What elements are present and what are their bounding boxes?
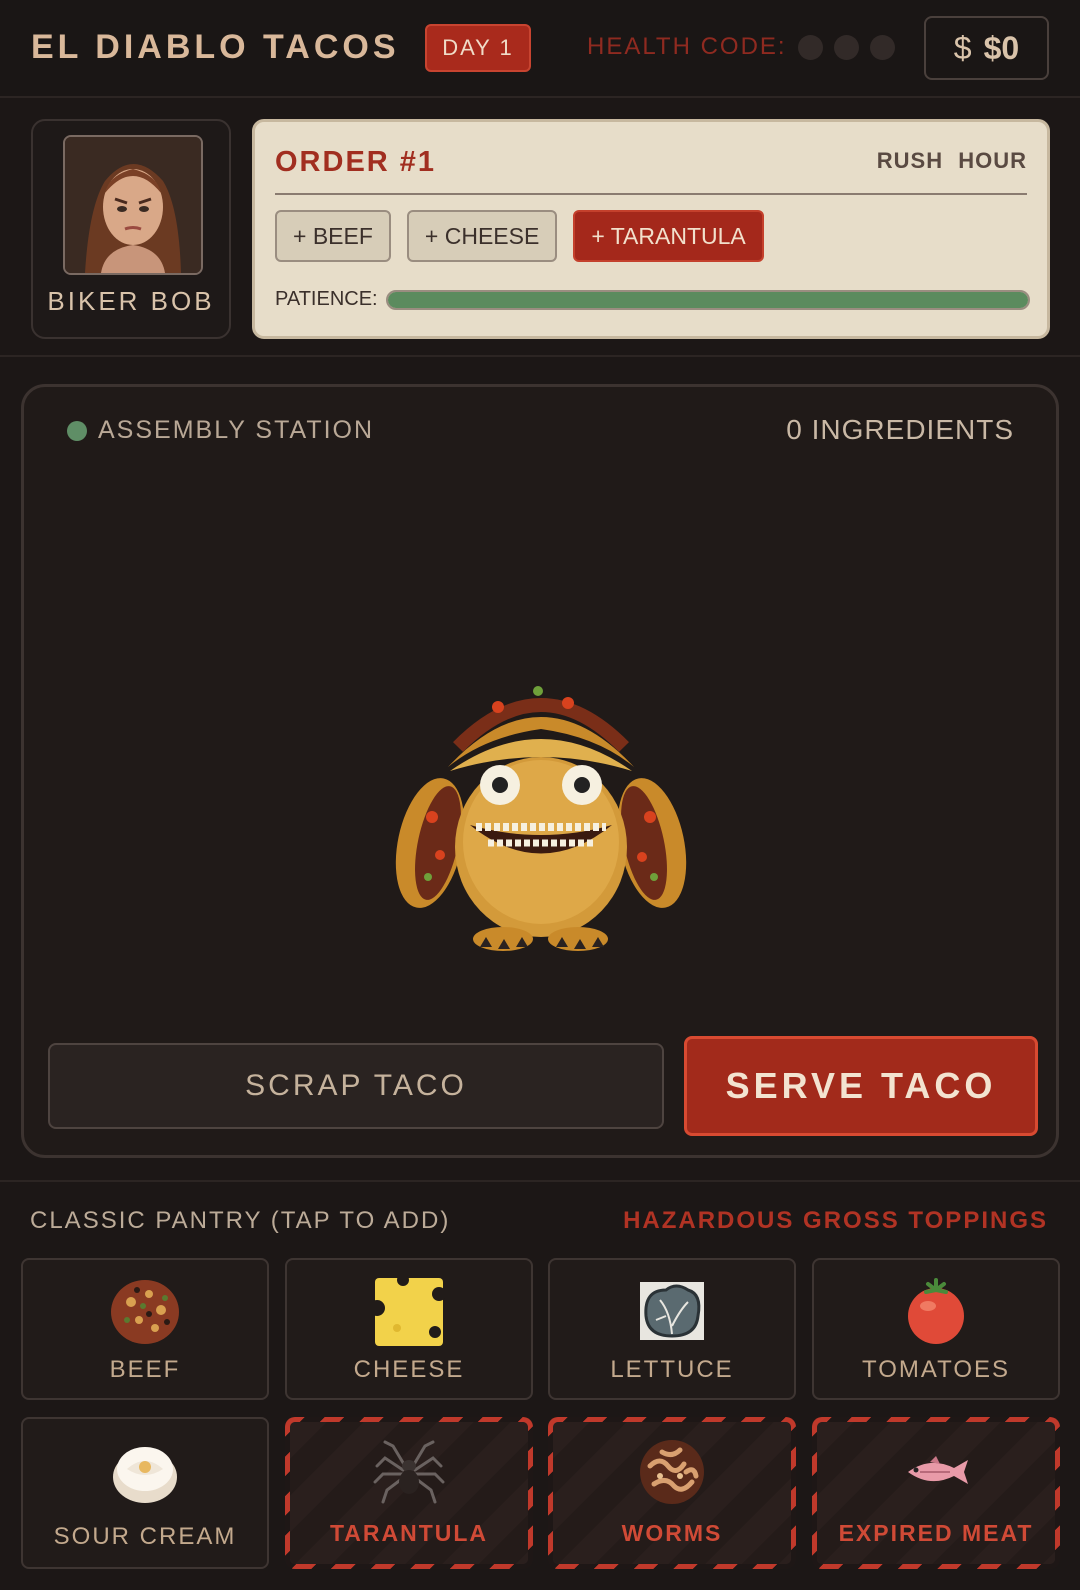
top-bar: EL DIABLO TACOS DAY 1 HEALTH CODE: $ $0	[0, 0, 1080, 98]
sour-cream-icon	[113, 1447, 177, 1503]
game-title: EL DIABLO TACOS	[31, 28, 400, 66]
cheese-icon	[373, 1276, 445, 1346]
money-display: $ $0	[924, 16, 1049, 80]
money-amount: $0	[983, 29, 1020, 66]
ingredient-count: 0 INGREDIENTS	[786, 414, 1014, 445]
health-strike-dot	[870, 35, 895, 60]
pantry-tarantula-button[interactable]: TARANTULA	[285, 1417, 533, 1569]
pantry-label: SOUR CREAM	[53, 1523, 237, 1550]
patience-bar-fill	[388, 292, 1028, 308]
pantry-label: TOMATOES	[861, 1356, 1011, 1383]
health-strike-dot	[798, 35, 823, 60]
health-code-strikes	[798, 35, 895, 60]
pantry-label: LETTUCE	[610, 1356, 734, 1383]
scrap-taco-button[interactable]: SCRAP TACO	[48, 1043, 664, 1129]
assembly-station: ASSEMBLY STATION 0 INGREDIENTS SCRAP TAC…	[21, 384, 1059, 1158]
hazardous-toppings-label: HAZARDOUS GROSS TOPPINGS	[623, 1207, 1048, 1234]
order-divider	[275, 193, 1027, 195]
fish-icon	[908, 1456, 968, 1484]
pantry-label: TARANTULA	[329, 1520, 489, 1546]
station-status-dot	[67, 421, 87, 441]
tarantula-icon	[373, 1440, 445, 1504]
patience-label: PATIENCE:	[275, 288, 378, 310]
patience-bar	[386, 290, 1030, 310]
order-items: + BEEF + CHEESE + TARANTULA	[275, 210, 764, 262]
taco-monster-icon	[395, 686, 687, 951]
pantry-label: EXPIRED MEAT	[838, 1520, 1034, 1546]
order-item-tarantula: + TARANTULA	[573, 210, 764, 262]
day-badge: DAY 1	[425, 24, 531, 72]
classic-pantry-label: CLASSIC PANTRY (TAP TO ADD)	[30, 1207, 451, 1234]
divider	[0, 355, 1080, 357]
pantry-lettuce-button[interactable]: LETTUCE	[548, 1258, 796, 1400]
order-ticket: ORDER #1 RUSH HOUR + BEEF + CHEESE + TAR…	[252, 119, 1050, 339]
pantry-expired-meat-button[interactable]: EXPIRED MEAT	[812, 1417, 1060, 1569]
rush-hour-label: RUSH HOUR	[876, 148, 1027, 173]
customer-portrait	[63, 135, 203, 275]
customer-name: BIKER BOB	[47, 286, 215, 316]
pantry-sour-cream-button[interactable]: SOUR CREAM	[21, 1417, 269, 1569]
angry-customer-portrait-icon	[65, 137, 201, 273]
beef-icon	[111, 1280, 179, 1344]
pantry-label: WORMS	[621, 1520, 723, 1546]
serve-taco-button[interactable]: SERVE TACO	[684, 1036, 1038, 1136]
pantry-tomatoes-button[interactable]: TOMATOES	[812, 1258, 1060, 1400]
assembly-station-label: ASSEMBLY STATION	[98, 416, 375, 444]
order-item-beef: + BEEF	[275, 210, 391, 262]
currency-symbol: $	[953, 29, 972, 66]
pantry-cheese-button[interactable]: CHEESE	[285, 1258, 533, 1400]
health-strike-dot	[834, 35, 859, 60]
pantry-label: BEEF	[109, 1356, 181, 1383]
tomato-icon	[908, 1278, 964, 1344]
pantry-label: CHEESE	[353, 1356, 465, 1383]
pantry-worms-button[interactable]: WORMS	[548, 1417, 796, 1569]
order-item-cheese: + CHEESE	[406, 210, 558, 262]
order-title: ORDER #1	[275, 146, 437, 178]
worms-icon	[640, 1440, 704, 1504]
lettuce-icon	[640, 1282, 704, 1340]
customer-card: BIKER BOB	[31, 119, 231, 339]
pantry-beef-button[interactable]: BEEF	[21, 1258, 269, 1400]
divider	[0, 1180, 1080, 1182]
health-code-label: HEALTH CODE:	[587, 33, 787, 60]
